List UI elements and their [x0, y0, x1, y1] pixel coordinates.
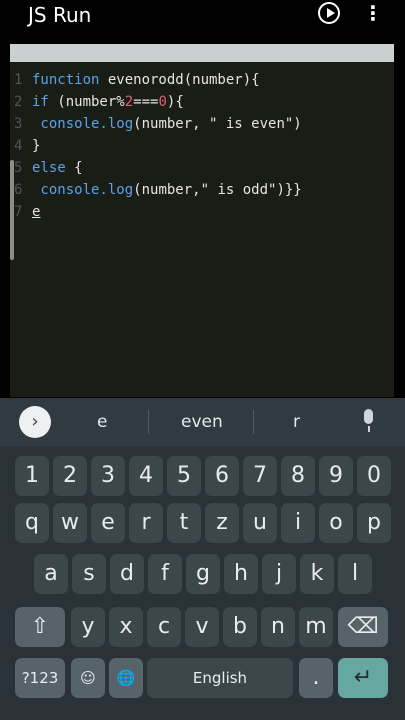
- line-number: 4: [14, 138, 23, 154]
- play-icon[interactable]: [318, 2, 340, 24]
- code-token: 2: [124, 94, 134, 110]
- key-2[interactable]: 2: [53, 456, 87, 496]
- key-3[interactable]: 3: [91, 456, 125, 496]
- code-token: function: [32, 72, 108, 88]
- code-token: {: [65, 160, 83, 176]
- code-token: e: [32, 204, 41, 220]
- suggestion-divider: [253, 410, 254, 434]
- code-token: (number%: [48, 94, 125, 110]
- key-o[interactable]: o: [319, 503, 353, 543]
- code-line[interactable]: 6 console.log(number," is odd")}}: [10, 180, 394, 200]
- app-bar: JS Run ⋮: [0, 0, 405, 40]
- code-token: else: [32, 160, 66, 176]
- expand-suggestions-icon[interactable]: ›: [19, 406, 51, 438]
- key-m[interactable]: m: [299, 607, 333, 647]
- editor-scrollbar[interactable]: [10, 160, 14, 260]
- key-x[interactable]: x: [109, 607, 143, 647]
- code-token: ){: [166, 94, 184, 110]
- space-bar[interactable]: English: [147, 658, 293, 698]
- key-0[interactable]: 0: [357, 456, 391, 496]
- period-key[interactable]: .: [299, 658, 333, 698]
- key-y[interactable]: y: [71, 607, 105, 647]
- key-j[interactable]: j: [262, 554, 296, 594]
- line-number: 7: [14, 204, 23, 220]
- key-p[interactable]: p: [357, 503, 391, 543]
- key-h[interactable]: h: [224, 554, 258, 594]
- code-text: console.log(number, " is even"): [32, 114, 302, 134]
- emoji-key[interactable]: ☺: [71, 658, 105, 698]
- key-9[interactable]: 9: [319, 456, 353, 496]
- more-options-icon[interactable]: ⋮: [363, 2, 383, 26]
- key-k[interactable]: k: [300, 554, 334, 594]
- code-token: console.log: [32, 116, 134, 132]
- key-4[interactable]: 4: [129, 456, 163, 496]
- key-l[interactable]: l: [338, 554, 372, 594]
- code-text: }: [32, 136, 40, 156]
- code-text: function evenorodd(number){: [32, 70, 260, 90]
- app-title: JS Run: [28, 3, 92, 27]
- key-e[interactable]: e: [91, 503, 125, 543]
- suggestion-bar: › e even r: [0, 398, 405, 446]
- line-number: 5: [14, 160, 23, 176]
- microphone-icon[interactable]: [359, 409, 379, 435]
- code-token: if: [32, 94, 49, 110]
- code-text: if (number%2===0){: [32, 92, 184, 112]
- suggestion-1[interactable]: e: [97, 411, 107, 433]
- key-g[interactable]: g: [186, 554, 220, 594]
- code-text: else {: [32, 158, 83, 178]
- suggestion-2[interactable]: even: [181, 411, 223, 433]
- code-token: ===: [133, 94, 159, 110]
- code-line[interactable]: 2 if (number%2===0){: [10, 92, 394, 112]
- code-line[interactable]: 1 function evenorodd(number){: [10, 70, 394, 90]
- on-screen-keyboard: › e even r 1234567890qwertzuiopasdfghjkl…: [0, 398, 405, 720]
- key-c[interactable]: c: [147, 607, 181, 647]
- code-line[interactable]: 4}: [10, 136, 394, 156]
- key-w[interactable]: w: [53, 503, 87, 543]
- code-token: (number, " is even"): [133, 116, 302, 132]
- language-globe-key[interactable]: 🌐: [109, 658, 143, 698]
- line-number: 1: [14, 72, 23, 88]
- code-token: console.log: [32, 182, 134, 198]
- line-number: 6: [14, 182, 23, 198]
- code-text: console.log(number," is odd")}}: [32, 180, 302, 200]
- key-s[interactable]: s: [72, 554, 106, 594]
- key-b[interactable]: b: [223, 607, 257, 647]
- suggestion-3[interactable]: r: [293, 411, 300, 433]
- key-q[interactable]: q: [15, 503, 49, 543]
- code-line[interactable]: 5 else {: [10, 158, 394, 178]
- key-a[interactable]: a: [34, 554, 68, 594]
- code-token: evenorodd(number){: [107, 72, 260, 88]
- key-d[interactable]: d: [110, 554, 144, 594]
- line-number: 3: [14, 116, 23, 132]
- key-z[interactable]: z: [205, 503, 239, 543]
- line-number: 2: [14, 94, 23, 110]
- key-t[interactable]: t: [167, 503, 201, 543]
- code-line[interactable]: 3 console.log(number, " is even"): [10, 114, 394, 134]
- key-n[interactable]: n: [261, 607, 295, 647]
- key-7[interactable]: 7: [243, 456, 277, 496]
- code-token: (number," is odd")}}: [133, 182, 302, 198]
- key-8[interactable]: 8: [281, 456, 315, 496]
- editor-toolbar-strip: [10, 44, 394, 62]
- key-i[interactable]: i: [281, 503, 315, 543]
- symbols-key[interactable]: ?123: [15, 658, 65, 698]
- code-line[interactable]: 7e: [10, 202, 394, 222]
- shift-key[interactable]: ⇧: [15, 607, 65, 647]
- backspace-key[interactable]: ⌫: [338, 607, 388, 647]
- code-token: }: [32, 138, 41, 154]
- key-v[interactable]: v: [185, 607, 219, 647]
- key-f[interactable]: f: [148, 554, 182, 594]
- key-5[interactable]: 5: [167, 456, 201, 496]
- code-token: 0: [158, 94, 167, 110]
- code-text: e: [32, 202, 40, 222]
- key-6[interactable]: 6: [205, 456, 239, 496]
- key-1[interactable]: 1: [15, 456, 49, 496]
- code-editor[interactable]: 1 function evenorodd(number){2 if (number%…: [10, 62, 394, 397]
- suggestion-divider: [148, 410, 149, 434]
- key-u[interactable]: u: [243, 503, 277, 543]
- enter-key[interactable]: ↵: [338, 658, 388, 698]
- key-r[interactable]: r: [129, 503, 163, 543]
